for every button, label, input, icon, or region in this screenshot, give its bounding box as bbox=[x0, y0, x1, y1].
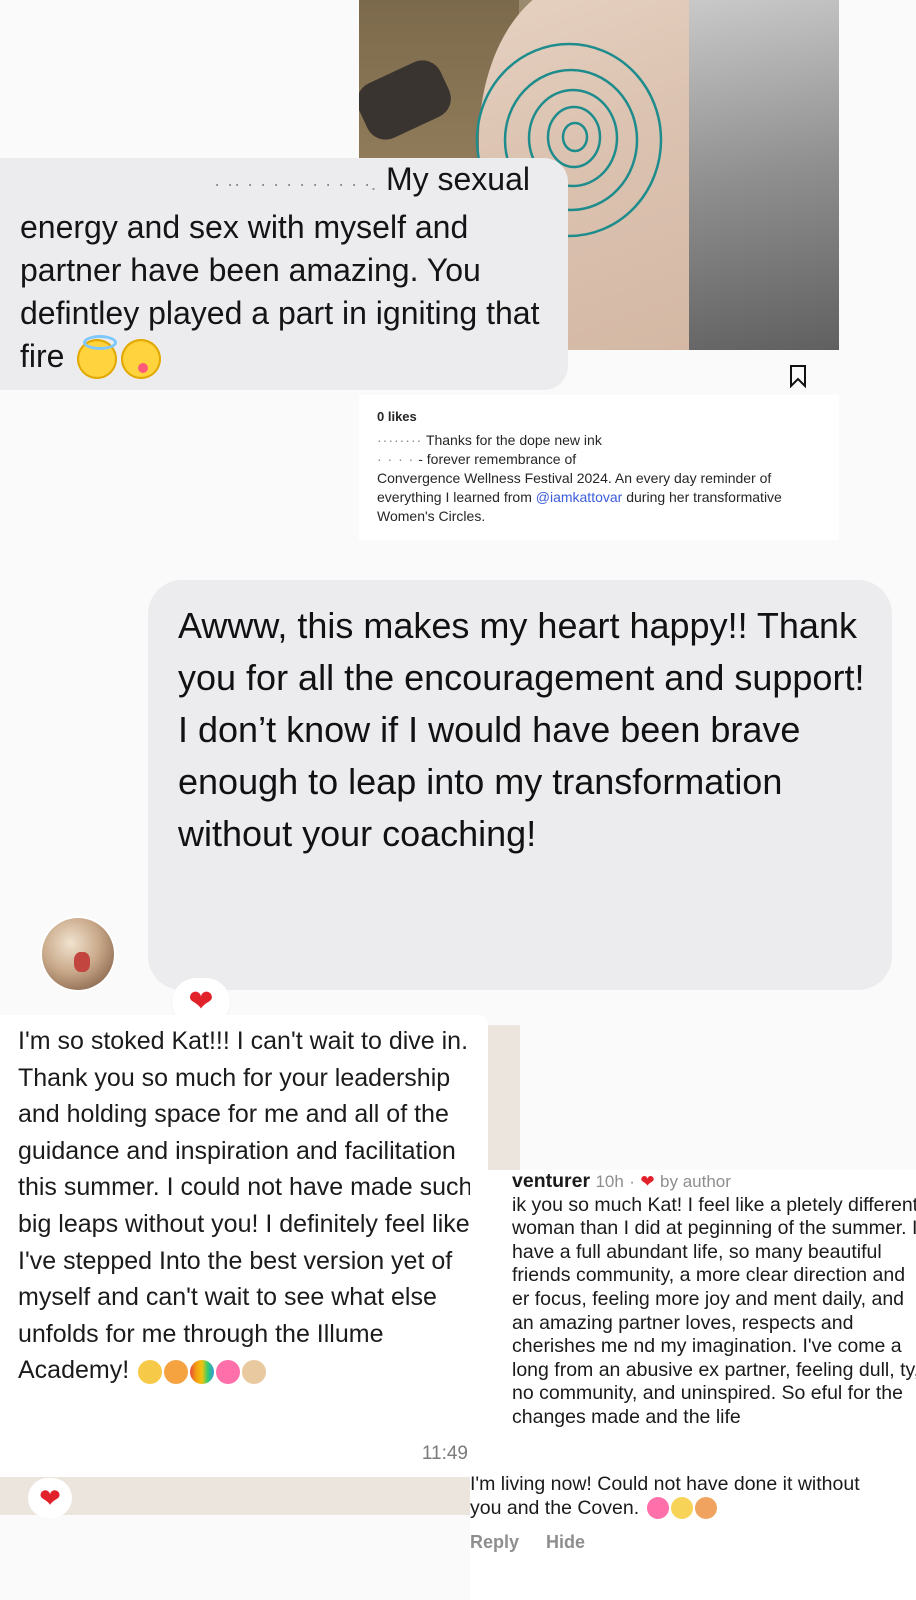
party-popper-emoji-icon bbox=[694, 1497, 717, 1520]
comment-text: ik you so much Kat! I feel like a pletel… bbox=[512, 1193, 916, 1428]
redacted-text: · ·· · · · · · · · · · ·. bbox=[214, 174, 378, 194]
by-author-label: by author bbox=[660, 1172, 731, 1191]
whatsapp-message-bubble: I'm so stoked Kat!!! I can't wait to div… bbox=[0, 1015, 488, 1477]
caption-text: - forever remembrance of bbox=[418, 451, 577, 467]
message-text: I'm so stoked Kat!!! I can't wait to div… bbox=[18, 1027, 473, 1385]
caption-username[interactable]: ········ bbox=[377, 432, 422, 448]
heart-icon: ❤ bbox=[640, 1172, 655, 1191]
reply-button[interactable]: Reply bbox=[470, 1532, 519, 1552]
heart-reaction-icon[interactable]: ❤ bbox=[28, 1478, 72, 1518]
reply-bubble: Awww, this makes my heart happy!! Thank … bbox=[148, 580, 892, 990]
hide-button[interactable]: Hide bbox=[546, 1532, 585, 1552]
message-timestamp: 11:49 bbox=[421, 1443, 468, 1464]
likes-count[interactable]: 0 likes bbox=[377, 407, 417, 426]
raised-hands-emoji-icon bbox=[242, 1359, 267, 1384]
message-heading: · ·· · · · · · · · · · ·. My sexual bbox=[20, 158, 560, 206]
post-caption-area: 0 likes ········ Thanks for the dope new… bbox=[359, 395, 839, 540]
caption-body: Convergence Wellness Festival 2024. An e… bbox=[377, 469, 807, 526]
message-bubble: · ·· · · · · · · · · · ·. My sexual ener… bbox=[0, 158, 568, 390]
smiling-halo-emoji-icon bbox=[77, 334, 118, 379]
message-text: My sexual bbox=[385, 161, 530, 197]
smiling-hearts-emoji-icon bbox=[164, 1359, 189, 1384]
yum-face-emoji-icon bbox=[121, 338, 162, 379]
caption-line: ········ Thanks for the dope new ink bbox=[377, 431, 602, 450]
comment-username[interactable]: venturer bbox=[512, 1170, 590, 1192]
sparkle-emoji-icon bbox=[670, 1497, 693, 1520]
sparkling-heart-emoji-icon bbox=[646, 1497, 669, 1520]
rainbow-emoji-icon bbox=[190, 1359, 215, 1384]
comment-card: venturer 10h · ❤ by author ik you so muc… bbox=[470, 1170, 916, 1600]
separator: · bbox=[629, 1172, 635, 1191]
bookmark-icon[interactable] bbox=[786, 364, 810, 388]
reply-text: Awww, this makes my heart happy!! Thank … bbox=[178, 605, 865, 854]
starstruck-emoji-icon bbox=[138, 1359, 163, 1384]
redacted-text: · · · · bbox=[377, 451, 415, 467]
comment-body: venturer 10h · ❤ by author ik you so muc… bbox=[512, 1170, 916, 1430]
caption-line: · · · · - forever remembrance of bbox=[377, 450, 576, 469]
caption-text: Thanks for the dope new ink bbox=[425, 432, 602, 448]
avatar[interactable] bbox=[42, 918, 114, 990]
sparkling-heart-emoji-icon bbox=[216, 1359, 241, 1384]
comment-time: 10h bbox=[595, 1172, 624, 1191]
mention-link[interactable]: @iamkattovar bbox=[536, 489, 623, 505]
